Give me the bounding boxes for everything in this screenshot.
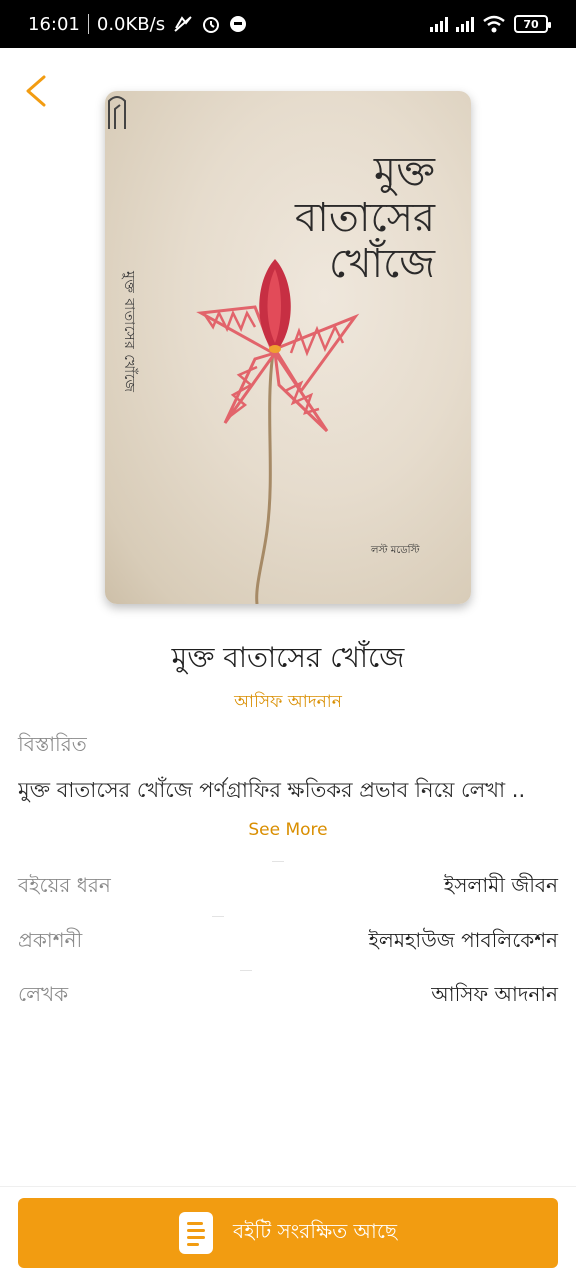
category-value[interactable]: ইসলামী জীবন [444, 871, 558, 904]
document-icon [178, 1212, 213, 1254]
battery-icon: 70 [514, 15, 551, 33]
cover-title: মুক্ত বাতাসের খোঁজে [235, 149, 435, 287]
book-cover: মুক্ত বাতাসের খোঁজে মুক্ত বাতাসের খোঁজে … [105, 91, 471, 604]
divider [240, 970, 252, 971]
divider [212, 916, 224, 917]
signal-icon-2 [456, 16, 474, 32]
cover-spine-text: মুক্ত বাতাসের খোঁজে [121, 271, 137, 393]
category-label: বইয়ের ধরন [18, 873, 111, 897]
divider [272, 861, 284, 862]
network-speed: 0.0KB/s [96, 13, 166, 35]
status-bar: 16:01 0.0KB/s 70 [0, 0, 576, 48]
status-time: 16:01 [28, 13, 80, 35]
saved-book-label: বইটি সংরক্ষিত আছে [232, 1218, 398, 1243]
book-description: মুক্ত বাতাসের খোঁজে পর্ণগ্রাফির ক্ষতিকর … [18, 778, 526, 802]
publisher-value[interactable]: ইলমহাউজ পাবলিকেশন [369, 926, 558, 959]
publisher-logo-icon [108, 96, 126, 129]
see-more-link[interactable]: See More [0, 820, 576, 840]
signal-icon [430, 16, 448, 32]
alarm-icon [201, 14, 221, 34]
saved-book-button[interactable]: বইটি সংরক্ষিত আছে [18, 1198, 558, 1268]
writer-label: লেখক [18, 982, 69, 1006]
status-separator [87, 14, 89, 34]
author-link[interactable]: আসিফ আদনান [0, 689, 576, 717]
info-row-publisher: প্রকাশনী ইলমহাউজ পাবলিকেশন [18, 926, 558, 959]
notification-icon [229, 15, 247, 33]
back-arrow-icon [26, 75, 46, 107]
publisher-label: প্রকাশনী [18, 928, 83, 952]
back-button[interactable] [20, 72, 56, 108]
wifi-icon [482, 15, 506, 33]
writer-value[interactable]: আসিফ আদনান [431, 980, 558, 1013]
cover-title-line1: মুক্ত [373, 149, 435, 195]
details-label: বিস্তারিত [18, 732, 87, 756]
info-row-writer: লেখক আসিফ আদনান [18, 980, 558, 1013]
cover-title-line2: বাতাসের [295, 195, 435, 241]
info-row-category: বইয়ের ধরন ইসলামী জীবন [18, 871, 558, 904]
cover-publisher: লস্ট মডেস্টি [371, 545, 420, 556]
battery-level: 70 [523, 17, 539, 31]
book-title: মুক্ত বাতাসের খোঁজে [171, 641, 405, 674]
cover-title-line3: খোঁজে [329, 241, 435, 287]
mute-icon [173, 15, 193, 33]
